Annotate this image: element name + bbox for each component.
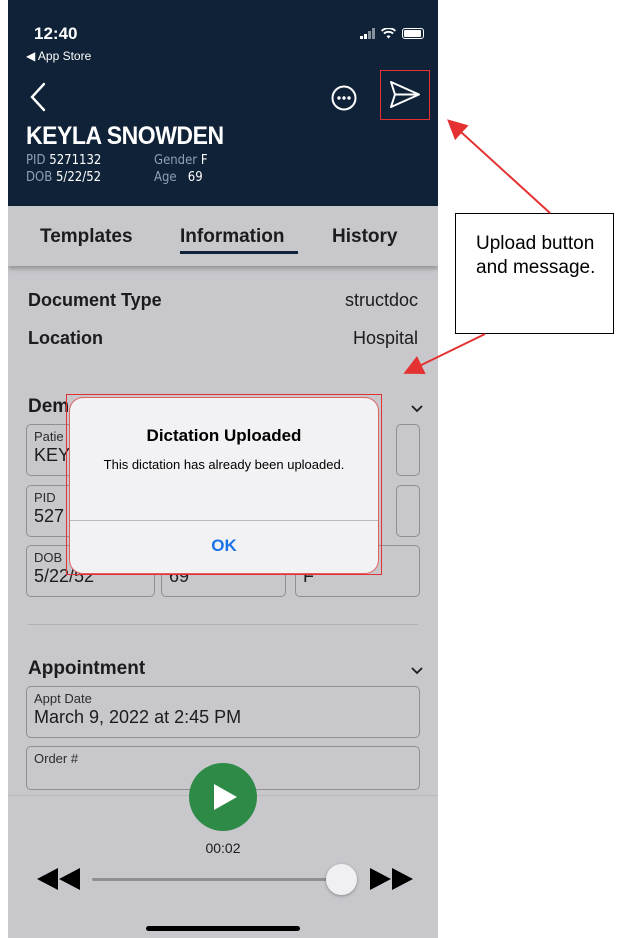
arrow-to-upload-button [447,119,551,214]
arrow-to-alert [403,333,486,374]
annotation-arrows [403,119,551,374]
